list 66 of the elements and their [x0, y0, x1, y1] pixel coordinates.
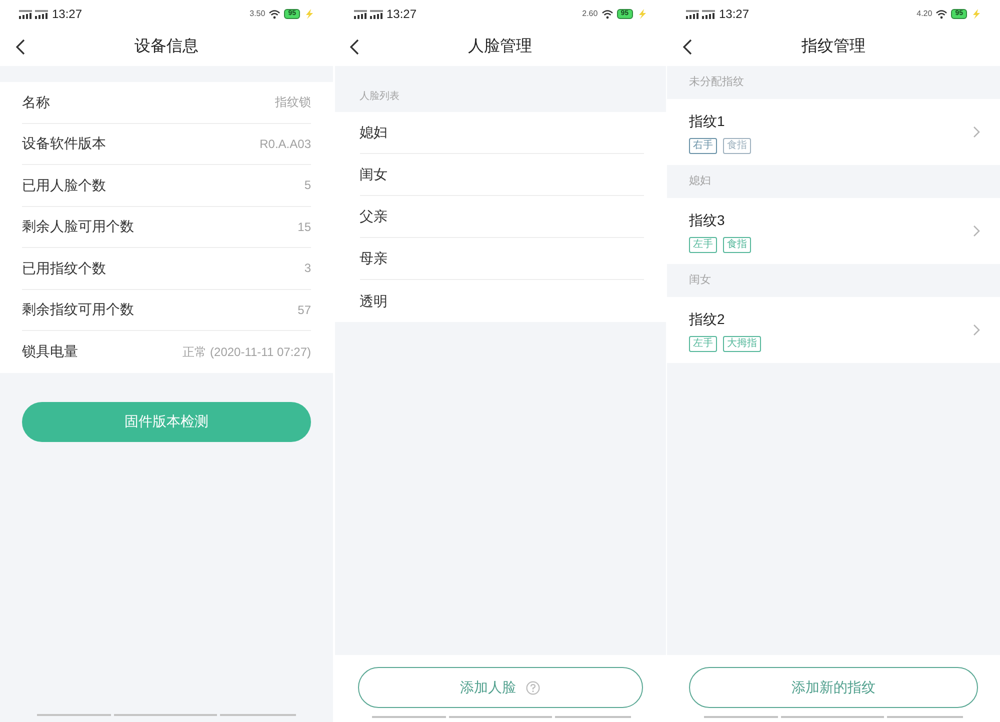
wifi-icon: [602, 10, 613, 18]
wifi-icon: [269, 10, 280, 18]
charging-bolt-icon: [304, 9, 314, 19]
info-value: 5: [304, 177, 311, 194]
status-time: 13:27: [386, 6, 417, 23]
screen-title: 设备信息: [134, 37, 198, 57]
info-label: 剩余人脸可用个数: [22, 217, 134, 236]
info-label: 剩余指纹可用个数: [22, 300, 134, 320]
finger-tag: 右手: [689, 138, 717, 154]
info-value: R0.A.A03: [260, 136, 311, 153]
fingerprint-name: 指纹2: [689, 310, 726, 328]
screen-title: 人脸管理: [468, 37, 532, 57]
face-list-item[interactable]: 闺女: [360, 154, 644, 196]
back-chevron-icon: [350, 39, 359, 55]
signal-icon: [370, 10, 382, 18]
signal-icon: [686, 10, 699, 18]
back-chevron-icon: [682, 39, 692, 55]
charging-bolt-icon: [971, 9, 981, 19]
network-speed: 2.60: [582, 10, 598, 18]
status-time: 13:27: [52, 6, 82, 23]
back-button[interactable]: [680, 37, 694, 57]
status-time: 13:27: [719, 6, 750, 23]
finger-tag: 食指: [723, 138, 751, 154]
chevron-right-icon: [973, 324, 980, 336]
info-label: 名称: [22, 92, 50, 112]
chevron-right-icon: [973, 126, 980, 138]
screen-title: 指纹管理: [802, 37, 866, 57]
wifi-icon: [936, 10, 948, 18]
network-speed: 4.20: [916, 10, 932, 18]
info-value: 正常 (2020-11-11 07:27): [182, 344, 311, 361]
signal-icon: [19, 10, 32, 18]
info-value: 15: [298, 218, 311, 236]
section-header: 人脸列表: [360, 90, 400, 104]
back-button[interactable]: [13, 37, 27, 57]
info-value: 3: [304, 260, 311, 278]
help-icon: [526, 680, 540, 694]
group-header: 未分配指纹: [689, 75, 744, 90]
finger-tag: 左手: [689, 236, 717, 252]
fingerprint-card[interactable]: 指纹2 左手 大拇指: [667, 297, 1000, 363]
face-list-item[interactable]: 母亲: [360, 238, 644, 280]
info-label: 设备软件版本: [22, 134, 106, 154]
face-list-item[interactable]: 父亲: [360, 196, 644, 238]
info-label: 已用指纹个数: [22, 258, 106, 278]
back-button[interactable]: [348, 37, 362, 57]
signal-icon: [354, 10, 366, 18]
finger-tag: 左手: [689, 336, 717, 352]
network-speed: 3.50: [250, 10, 266, 18]
face-list-item[interactable]: 媳妇: [360, 112, 644, 154]
signal-icon: [35, 10, 48, 18]
back-chevron-icon: [16, 39, 24, 55]
info-label: 已用人脸个数: [22, 176, 106, 195]
signal-icon: [702, 10, 715, 18]
fingerprint-card[interactable]: 指纹1 右手 食指: [667, 99, 1000, 165]
group-header: 闺女: [689, 273, 711, 288]
chevron-right-icon: [973, 225, 980, 237]
group-header: 媳妇: [689, 174, 711, 190]
fingerprint-card[interactable]: 指纹3 左手 食指: [667, 198, 1000, 264]
info-label: 锁具电量: [22, 342, 78, 362]
finger-tag: 食指: [723, 236, 751, 252]
face-list-item[interactable]: 透明: [360, 280, 644, 322]
fingerprint-name: 指纹1: [689, 112, 726, 130]
finger-tag: 大拇指: [723, 336, 761, 352]
info-value: 57: [298, 302, 311, 319]
charging-bolt-icon: [636, 9, 646, 19]
fingerprint-name: 指纹3: [689, 210, 726, 230]
info-value: 指纹锁: [275, 94, 311, 112]
